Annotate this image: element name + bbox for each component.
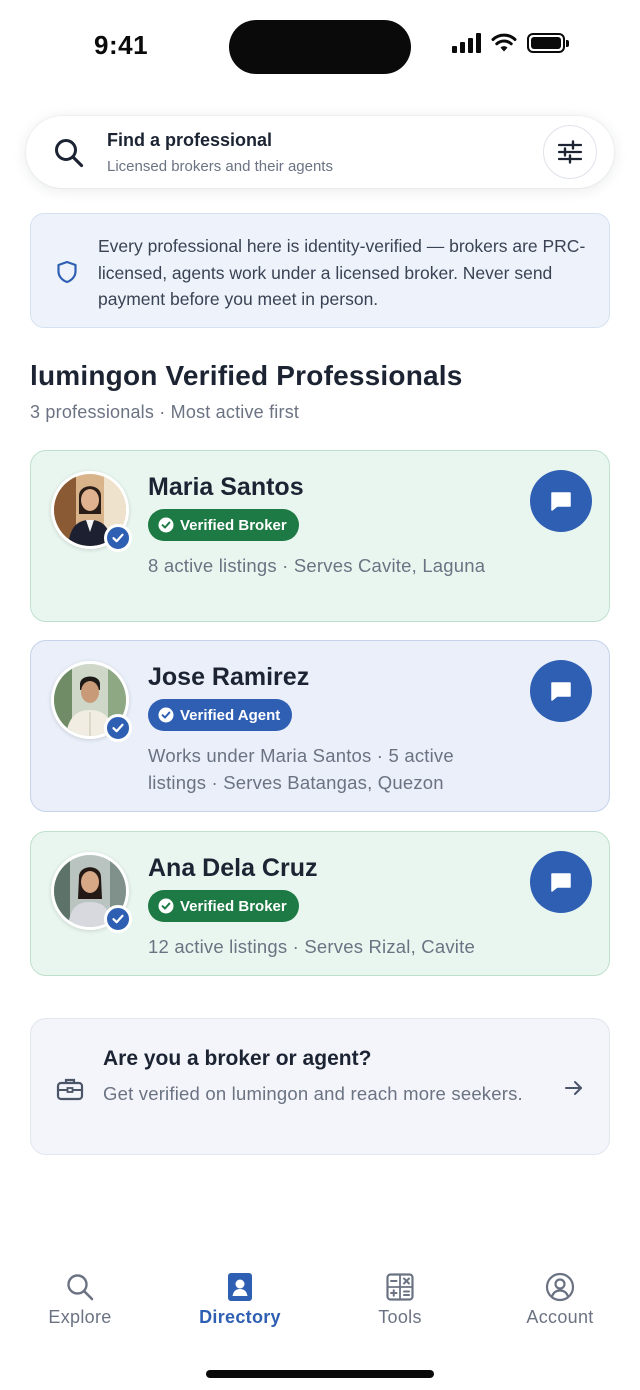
status-bar: 9:41 bbox=[0, 0, 640, 92]
search-subtitle: Licensed brokers and their agents bbox=[107, 158, 333, 175]
tab-explore[interactable]: Explore bbox=[10, 1271, 150, 1328]
professional-description: 8 active listings · Serves Cavite, Lagun… bbox=[148, 555, 486, 576]
verified-check-icon bbox=[104, 524, 132, 552]
check-circle-icon bbox=[158, 898, 174, 914]
message-button[interactable] bbox=[530, 851, 592, 913]
cta-title: Are you a broker or agent? bbox=[103, 1047, 372, 1070]
shield-icon bbox=[57, 260, 77, 284]
check-circle-icon bbox=[158, 707, 174, 723]
chat-icon bbox=[551, 873, 571, 892]
tab-account[interactable]: Account bbox=[490, 1271, 630, 1328]
search-icon bbox=[67, 1274, 94, 1301]
status-icons bbox=[452, 33, 569, 53]
notice-text: Every professional here is identity-veri… bbox=[98, 236, 586, 309]
message-button[interactable] bbox=[530, 470, 592, 532]
verified-check-icon bbox=[104, 905, 132, 933]
professional-description: 12 active listings · Serves Rizal, Cavit… bbox=[148, 936, 475, 957]
dynamic-island bbox=[229, 20, 411, 74]
search-bar[interactable]: Find a professional Licensed brokers and… bbox=[26, 116, 614, 188]
badge-label: Verified Broker bbox=[180, 516, 287, 534]
id-card-icon bbox=[228, 1273, 252, 1301]
tab-label: Account bbox=[526, 1307, 594, 1327]
professional-name: Ana Dela Cruz bbox=[148, 854, 318, 882]
professional-card[interactable]: Ana Dela Cruz Verified Broker 12 active … bbox=[30, 831, 610, 976]
tab-bar: Explore Directory Tools Account bbox=[0, 1255, 640, 1355]
badge-label: Verified Agent bbox=[180, 706, 281, 724]
message-button[interactable] bbox=[530, 660, 592, 722]
battery-icon bbox=[527, 33, 569, 53]
check-circle-icon bbox=[158, 517, 174, 533]
filter-button[interactable] bbox=[543, 125, 597, 179]
professional-card[interactable]: Maria Santos Verified Broker 8 active li… bbox=[30, 450, 610, 622]
verified-check-icon bbox=[104, 714, 132, 742]
status-badge: Verified Agent bbox=[148, 699, 293, 731]
sliders-icon bbox=[557, 140, 583, 164]
tab-label: Tools bbox=[378, 1307, 422, 1327]
professional-description: Works under Maria Santos · 5 active list… bbox=[148, 745, 454, 793]
user-circle-icon bbox=[545, 1272, 575, 1302]
professional-name: Maria Santos bbox=[148, 473, 304, 501]
verification-notice: Every professional here is identity-veri… bbox=[30, 213, 610, 328]
become-verified-card[interactable]: Are you a broker or agent? Get verified … bbox=[30, 1018, 610, 1155]
calculator-icon bbox=[386, 1273, 414, 1301]
tab-label: Explore bbox=[48, 1307, 112, 1327]
home-indicator[interactable] bbox=[206, 1370, 434, 1378]
page-title: lumingon Verified Professionals bbox=[30, 360, 463, 391]
tab-label: Directory bbox=[199, 1307, 281, 1327]
cta-text: Get verified on lumingon and reach more … bbox=[103, 1083, 523, 1104]
status-time: 9:41 bbox=[94, 30, 149, 60]
cellular-signal-icon bbox=[452, 33, 481, 53]
page-subtitle: 3 professionals · Most active first bbox=[30, 402, 300, 422]
professional-card[interactable]: Jose Ramirez Verified Agent Works under … bbox=[30, 640, 610, 812]
professional-name: Jose Ramirez bbox=[148, 663, 310, 691]
status-badge: Verified Broker bbox=[148, 509, 299, 541]
briefcase-icon bbox=[56, 1078, 84, 1101]
chat-icon bbox=[551, 682, 571, 701]
tab-directory[interactable]: Directory bbox=[170, 1271, 310, 1328]
status-badge: Verified Broker bbox=[148, 890, 299, 922]
tab-tools[interactable]: Tools bbox=[330, 1271, 470, 1328]
arrow-right-icon bbox=[565, 1081, 582, 1095]
wifi-icon bbox=[491, 33, 517, 52]
search-icon bbox=[55, 139, 84, 168]
search-title: Find a professional bbox=[107, 130, 273, 150]
chat-icon bbox=[551, 492, 571, 511]
badge-label: Verified Broker bbox=[180, 897, 287, 915]
